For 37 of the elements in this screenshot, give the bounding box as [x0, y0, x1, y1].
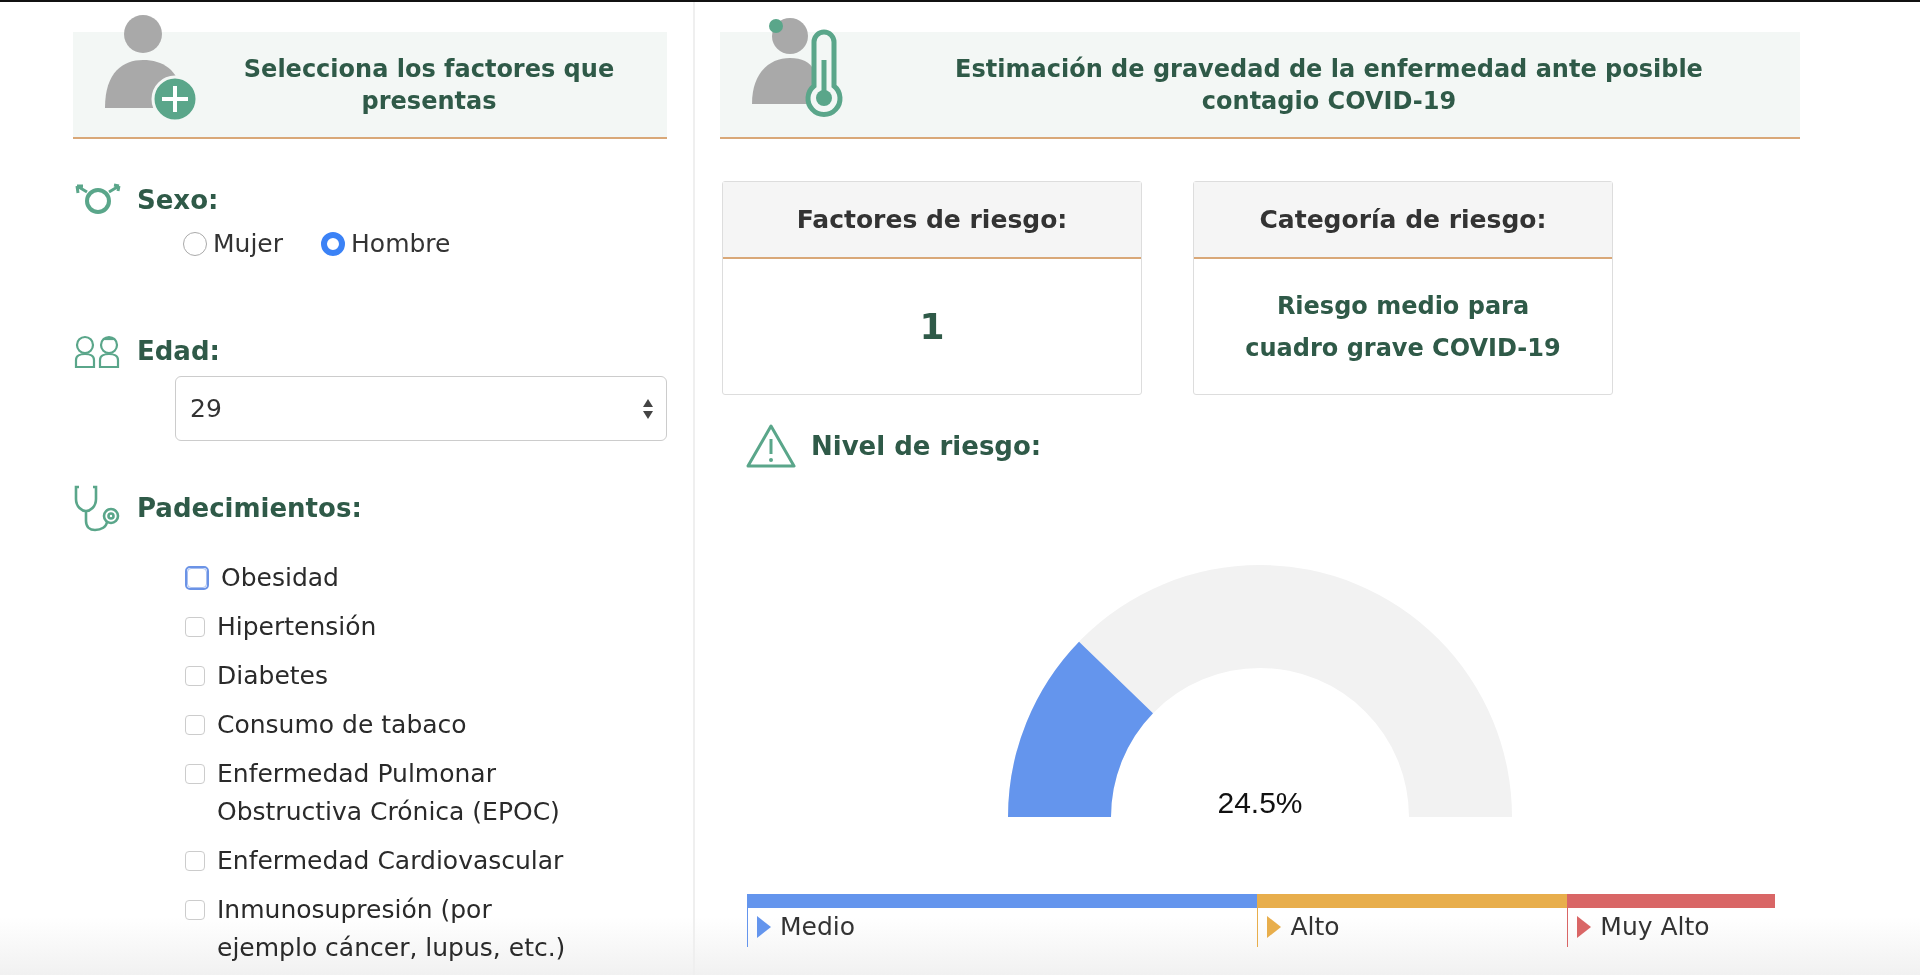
checkbox[interactable] — [185, 666, 205, 686]
checkbox[interactable] — [185, 715, 205, 735]
card-value: 1 — [919, 305, 945, 348]
condition-option[interactable]: Inmunosupresión (por ejemplo cáncer, lupus, etc.) — [185, 891, 667, 967]
gauge-reading: 24.5% — [1217, 786, 1303, 819]
risk-level-label: Nivel de riesgo: — [811, 431, 1042, 461]
condition-option[interactable]: Hipertensión — [185, 608, 667, 646]
triangle-icon — [1266, 914, 1283, 939]
card-title: Categoría de riesgo: — [1194, 182, 1612, 259]
triangle-icon — [756, 914, 772, 939]
age-label: Edad: — [137, 336, 220, 366]
condition-option[interactable]: Enfermedad Pulmonar Obstructiva Crónica (EPOC) — [185, 755, 667, 831]
triangle-icon — [1576, 914, 1593, 939]
legend-label: Alto — [1290, 912, 1340, 941]
checkbox[interactable] — [185, 617, 205, 637]
condition-option[interactable]: Consumo de tabaco — [185, 706, 667, 744]
card-value: Riesgo medio para cuadro grave COVID-19 — [1244, 290, 1562, 364]
legend-label: Medio — [780, 912, 856, 941]
radio-dot[interactable] — [321, 231, 346, 256]
card-title: Factores de riesgo: — [723, 182, 1141, 259]
condition-option[interactable]: Obesidad — [185, 559, 667, 597]
checkbox[interactable] — [185, 900, 205, 920]
radio-option[interactable]: Hombre — [321, 229, 451, 258]
checkbox[interactable] — [185, 851, 205, 871]
panel-title: Estimación de gravedad de la enfermedad ante posible contagio COVID-19 — [954, 53, 1704, 117]
sex-label: Sexo: — [137, 185, 219, 215]
radio-option[interactable]: Mujer — [183, 229, 284, 258]
conditions-label: Padecimientos: — [137, 493, 362, 523]
age-select[interactable]: 29 — [175, 376, 667, 441]
condition-option[interactable]: Diabetes — [185, 657, 667, 695]
warning-icon — [745, 423, 797, 469]
condition-option[interactable]: Enfermedad Cardiovascular — [185, 842, 667, 880]
panel-title: Selecciona los factores que presentas — [242, 53, 616, 117]
gender-icon — [73, 183, 123, 217]
legend-label: Muy Alto — [1600, 912, 1710, 941]
radio-dot[interactable] — [183, 231, 207, 256]
checkbox[interactable] — [185, 764, 205, 784]
